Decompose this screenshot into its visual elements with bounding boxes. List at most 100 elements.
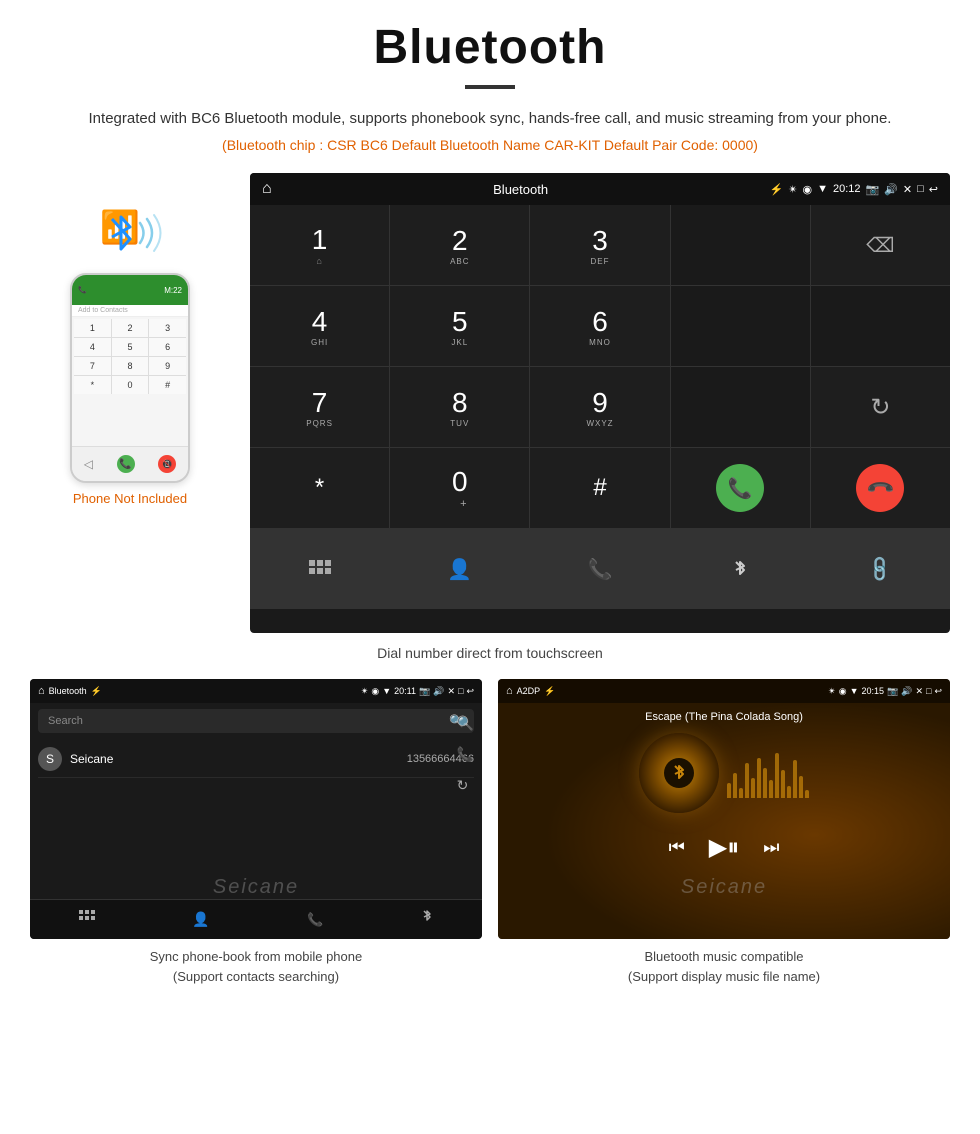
dial-key-8[interactable]: 8TUV <box>390 367 529 447</box>
phone-key-3: 3 <box>149 319 186 337</box>
volume-icon: 🔊 <box>884 183 898 196</box>
pb-close-icon[interactable]: ✕ <box>447 686 455 697</box>
pb-bt-icon: ✴ <box>361 686 369 697</box>
recents-func-btn[interactable]: 📞 <box>530 529 669 609</box>
eq-bar-12 <box>793 760 797 798</box>
pb-contact-name: Seicane <box>70 752 399 766</box>
bottom-screens: ⌂ Bluetooth ⚡ ✴ ◉ ▼ 20:11 📷 🔊 ✕ □ ↩ <box>30 679 950 986</box>
pb-grid-btn[interactable] <box>79 910 95 929</box>
music-equalizer <box>727 748 809 798</box>
music-window-icon: □ <box>926 686 931 696</box>
dial-key-1[interactable]: 1⌂ <box>250 205 389 285</box>
dial-key-4[interactable]: 4GHI <box>250 286 389 366</box>
dial-key-hash[interactable]: # <box>530 448 669 528</box>
header-specs: (Bluetooth chip : CSR BC6 Default Blueto… <box>30 137 950 153</box>
large-statusbar: ⌂ Bluetooth ⚡ ✴ ◉ ▼ 20:12 📷 🔊 ✕ □ ↩ <box>250 173 950 205</box>
dial-refresh[interactable]: ↻ <box>811 367 950 447</box>
dialpad-func-btn[interactable] <box>250 529 389 609</box>
phone-call-indicator: 📞 <box>78 286 87 294</box>
music-caption: Bluetooth music compatible (Support disp… <box>498 947 950 986</box>
back-icon[interactable]: ↩ <box>929 183 938 196</box>
phone-add-contacts-label: Add to Contacts <box>78 307 128 314</box>
pb-bt-icon-bottom <box>421 908 433 926</box>
statusbar-time: 20:12 <box>833 183 861 195</box>
link-func-btn[interactable]: 🔗 <box>811 529 950 609</box>
location-icon: ◉ <box>802 183 812 196</box>
dial-key-star[interactable]: * <box>250 448 389 528</box>
contacts-func-btn[interactable]: 👤 <box>390 529 529 609</box>
music-statusbar-right: ✴ ◉ ▼ 20:15 📷 🔊 ✕ □ ↩ <box>828 686 942 697</box>
phone-status-text: M:22 <box>164 286 182 295</box>
phone-key-7: 7 <box>74 357 111 375</box>
play-pause-button[interactable]: ▶⏸ <box>709 833 739 862</box>
pb-call-icon-bottom: 📞 <box>307 912 323 927</box>
eq-bar-3 <box>739 788 743 798</box>
signal-waves <box>135 213 165 258</box>
eq-bar-2 <box>733 773 737 798</box>
dial-key-2[interactable]: 2ABC <box>390 205 529 285</box>
dial-key-5[interactable]: 5JKL <box>390 286 529 366</box>
statusbar-app-title: Bluetooth <box>493 182 548 197</box>
pb-contacts-btn[interactable]: 👤 <box>192 911 209 929</box>
phonebook-caption: Sync phone-book from mobile phone (Suppo… <box>30 947 482 986</box>
music-app-title: A2DP <box>517 686 541 696</box>
pb-back-icon[interactable]: ↩ <box>466 686 474 697</box>
pb-contact-initial: S <box>38 747 62 771</box>
pb-window-icon: □ <box>458 686 463 696</box>
music-close-icon[interactable]: ✕ <box>915 686 923 697</box>
dial-key-0[interactable]: 0+ <box>390 448 529 528</box>
dial-empty-1 <box>671 205 810 285</box>
next-track-button[interactable]: ⏭ <box>763 837 779 858</box>
music-art-area <box>506 733 942 813</box>
pb-search-bar[interactable]: Search 🔍 <box>38 709 474 733</box>
bt-status-icon: ✴ <box>788 183 797 196</box>
bluetooth-func-btn[interactable] <box>671 529 810 609</box>
pb-home-icon: ⌂ <box>38 685 45 697</box>
phone-key-2: 2 <box>112 319 149 337</box>
phone-hangup-button[interactable]: 📵 <box>158 455 176 473</box>
home-icon[interactable]: ⌂ <box>262 180 272 198</box>
dial-key-7[interactable]: 7PQRS <box>250 367 389 447</box>
pb-side-icons: 🔍 📞 ↻ <box>457 709 474 794</box>
phone-bottom-bar: ◁ 📞 📵 <box>72 446 188 481</box>
backspace-icon: ⌫ <box>866 233 894 258</box>
phone-key-hash: # <box>149 376 186 394</box>
music-song-title: Escape (The Pina Colada Song) <box>506 711 942 723</box>
eq-bar-7 <box>763 768 767 798</box>
music-vol-icon: 🔊 <box>901 686 912 697</box>
pb-side-search-icon[interactable]: 🔍 <box>457 715 474 732</box>
eq-bar-6 <box>757 758 761 798</box>
music-caption-line1: Bluetooth music compatible <box>645 949 804 964</box>
phone-call-button[interactable]: 📞 <box>117 455 135 473</box>
header-description: Integrated with BC6 Bluetooth module, su… <box>30 107 950 131</box>
music-controls: ⏮ ▶⏸ ⏭ <box>506 825 942 870</box>
dial-key-6[interactable]: 6MNO <box>530 286 669 366</box>
dial-backspace[interactable]: ⌫ <box>811 205 950 285</box>
refresh-icon: ↻ <box>870 393 890 422</box>
music-caption-line2: (Support display music file name) <box>628 969 820 984</box>
close-icon[interactable]: ✕ <box>903 183 912 196</box>
phone-key-star: * <box>74 376 111 394</box>
dial-empty-4 <box>671 367 810 447</box>
music-screen: ⌂ A2DP ⚡ ✴ ◉ ▼ 20:15 📷 🔊 ✕ □ ↩ <box>498 679 950 939</box>
phone-key-8: 8 <box>112 357 149 375</box>
statusbar-left: ⌂ <box>262 180 272 198</box>
music-wrapper: ⌂ A2DP ⚡ ✴ ◉ ▼ 20:15 📷 🔊 ✕ □ ↩ <box>498 679 950 986</box>
dial-key-9[interactable]: 9WXYZ <box>530 367 669 447</box>
hangup-icon: 📞 <box>865 473 896 504</box>
pb-app-title: Bluetooth <box>49 686 87 696</box>
pb-side-call-icon[interactable]: 📞 <box>457 746 474 763</box>
phonebook-wrapper: ⌂ Bluetooth ⚡ ✴ ◉ ▼ 20:11 📷 🔊 ✕ □ ↩ <box>30 679 482 986</box>
music-back-icon[interactable]: ↩ <box>934 686 942 697</box>
camera-icon: 📷 <box>866 183 880 196</box>
dial-key-3[interactable]: 3DEF <box>530 205 669 285</box>
call-button[interactable]: 📞 <box>671 448 810 528</box>
phone-not-included-label: Phone Not Included <box>73 491 187 506</box>
pb-bt-btn[interactable] <box>421 908 433 931</box>
phonebook-caption-line2: (Support contacts searching) <box>173 969 339 984</box>
pb-call-btn[interactable]: 📞 <box>307 911 323 929</box>
hangup-button[interactable]: 📞 <box>811 448 950 528</box>
prev-track-button[interactable]: ⏮ <box>669 837 685 858</box>
pb-side-refresh-icon[interactable]: ↻ <box>457 777 474 794</box>
eq-bar-13 <box>799 776 803 798</box>
